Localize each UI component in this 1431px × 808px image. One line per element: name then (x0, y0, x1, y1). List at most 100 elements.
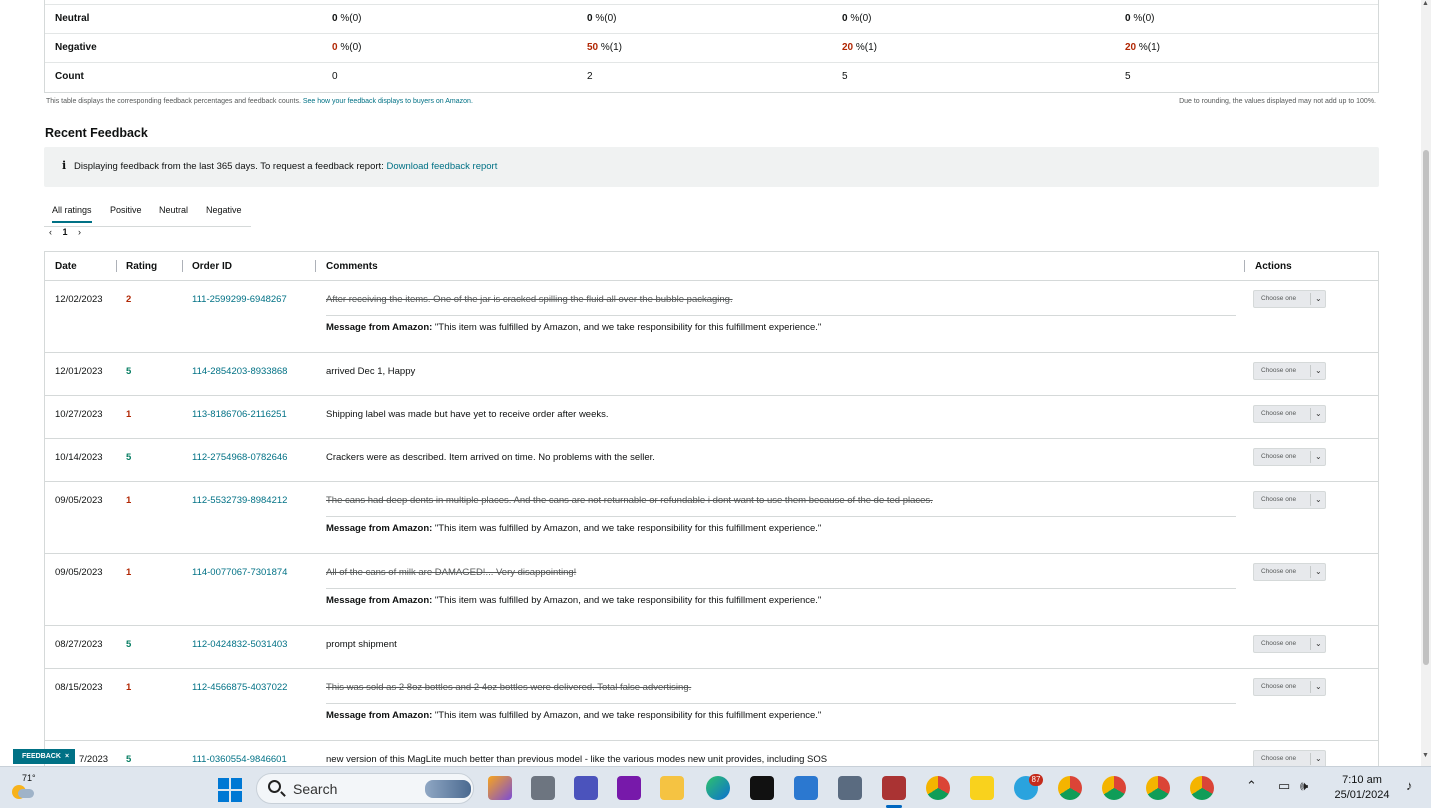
page-scrollbar[interactable]: ▲ ▼ (1421, 0, 1431, 766)
taskbar: 71° Search 87 ⌃ ▭ 🕪 7:10 am 25/01/2024 ♪ (0, 766, 1431, 808)
row-order-link[interactable]: 112-5532739-8984212 (192, 495, 287, 506)
download-report-link[interactable]: Download feedback report (386, 161, 497, 172)
temperature: 71° (22, 773, 36, 783)
task-view-icon[interactable] (531, 776, 555, 800)
search-placeholder: Search (293, 781, 338, 797)
calculator-icon[interactable] (838, 776, 862, 800)
table-row: 12/02/2023 2 111-2599299-6948267 After r… (45, 281, 1378, 353)
header-comments[interactable]: Comments (326, 261, 378, 272)
row-comment: Shipping label was made but have yet to … (326, 409, 609, 420)
action-select[interactable]: Choose one ⌄ (1253, 678, 1326, 696)
row-date: 08/27/2023 (55, 639, 103, 650)
edge-icon[interactable] (706, 776, 730, 800)
action-select[interactable]: Choose one ⌄ (1253, 635, 1326, 653)
chevron-down-icon: ⌄ (1315, 639, 1322, 648)
row-date: 09/05/2023 (55, 495, 103, 506)
taskbar-search[interactable]: Search (256, 773, 474, 804)
feedback-display-link[interactable]: See how your feedback displays to buyers… (303, 98, 473, 105)
chevron-down-icon: ⌄ (1315, 682, 1322, 691)
chevron-down-icon: ⌄ (1315, 294, 1322, 303)
scroll-down-icon[interactable]: ▼ (1422, 752, 1429, 759)
action-select[interactable]: Choose one ⌄ (1253, 405, 1326, 423)
summary-row-label: Neutral (55, 13, 90, 24)
row-order-link[interactable]: 114-0077067-7301874 (192, 567, 287, 578)
row-order-link[interactable]: 111-2599299-6948267 (192, 294, 287, 305)
chevron-down-icon: ⌄ (1315, 567, 1322, 576)
row-comment: After receiving the items. One of the ja… (326, 294, 733, 305)
row-date: 12/02/2023 (55, 294, 103, 305)
row-order-link[interactable]: 112-0424832-5031403 (192, 639, 287, 650)
onenote-icon[interactable] (617, 776, 641, 800)
table-row: 10/27/2023 1 113-8186706-2116251 Shippin… (45, 396, 1378, 439)
row-order-link[interactable]: 112-2754968-0782646 (192, 452, 287, 463)
row-comment: All of the cans of milk are DAMAGED!... … (326, 567, 577, 578)
scrollbar-thumb[interactable] (1423, 150, 1429, 665)
copilot-icon[interactable] (488, 776, 512, 800)
notification-bell-icon[interactable]: ♪ (1406, 778, 1413, 793)
header-order-id[interactable]: Order ID (192, 261, 232, 272)
sticky-notes-icon[interactable] (970, 776, 994, 800)
tab-neutral[interactable]: Neutral (159, 205, 188, 215)
tab-negative[interactable]: Negative (206, 205, 242, 215)
summary-cell: 20 %(1) (842, 42, 878, 53)
row-rating: 2 (126, 294, 132, 305)
feedback-label: FEEDBACK (22, 753, 61, 760)
row-comment: This was sold as 2 8oz bottles and 2 4oz… (326, 682, 692, 693)
chrome-profile-icon[interactable] (1146, 776, 1170, 800)
row-date: 10/14/2023 (55, 452, 103, 463)
chrome-icon[interactable] (926, 776, 950, 800)
summary-row-neutral: Neutral 0 %(0) 0 %(0) 0 %(0) 0 %(0) (45, 4, 1378, 33)
netflix-icon[interactable] (750, 776, 774, 800)
weather-widget[interactable]: 71° (10, 773, 38, 801)
tab-all-ratings[interactable]: All ratings (52, 205, 92, 223)
prev-page-button[interactable]: ‹ (49, 227, 52, 237)
volume-icon[interactable]: 🕪 (1300, 778, 1308, 794)
row-date: 08/15/2023 (55, 682, 103, 693)
next-page-button[interactable]: › (78, 227, 81, 237)
row-order-link[interactable]: 112-4566875-4037022 (192, 682, 287, 693)
row-rating: 1 (126, 682, 132, 693)
system-clock[interactable]: 7:10 am 25/01/2024 (1326, 773, 1398, 803)
chevron-down-icon: ⌄ (1315, 495, 1322, 504)
chrome-profile-icon[interactable] (1190, 776, 1214, 800)
row-order-link[interactable]: 111-0360554-9846601 (192, 754, 287, 765)
action-select[interactable]: Choose one ⌄ (1253, 290, 1326, 308)
summary-row-label: Negative (55, 42, 97, 53)
action-select[interactable]: Choose one ⌄ (1253, 362, 1326, 380)
summary-cell: 2 (587, 71, 593, 82)
snipping-tool-icon[interactable] (882, 776, 906, 800)
row-order-link[interactable]: 114-2854203-8933868 (192, 366, 287, 377)
row-order-link[interactable]: 113-8186706-2116251 (192, 409, 287, 420)
summary-row-count: Count 0 2 5 5 (45, 62, 1378, 91)
current-page[interactable]: 1 (63, 227, 68, 237)
notepad-icon[interactable] (794, 776, 818, 800)
summary-note-text: This table displays the corresponding fe… (46, 98, 301, 105)
close-icon[interactable]: × (65, 753, 69, 760)
feedback-button[interactable]: FEEDBACK × (13, 749, 75, 764)
row-rating: 5 (126, 366, 132, 377)
row-date: 7/2023 (79, 754, 109, 765)
header-rating[interactable]: Rating (126, 261, 157, 272)
table-header: Date Rating Order ID Comments Actions (45, 252, 1378, 281)
chevron-up-icon[interactable]: ⌃ (1246, 778, 1257, 794)
row-date: 09/05/2023 (55, 567, 103, 578)
tab-positive[interactable]: Positive (110, 205, 142, 215)
chevron-down-icon: ⌄ (1315, 366, 1322, 375)
action-select[interactable]: Choose one ⌄ (1253, 491, 1326, 509)
chrome-profile-icon[interactable] (1058, 776, 1082, 800)
row-rating: 1 (126, 567, 132, 578)
network-icon[interactable]: ▭ (1278, 778, 1290, 794)
info-text: Displaying feedback from the last 365 da… (74, 161, 497, 172)
windows-start-icon[interactable] (218, 778, 242, 802)
row-rating: 5 (126, 639, 132, 650)
summary-cell: 0 %(0) (1125, 13, 1155, 24)
teams-icon[interactable] (574, 776, 598, 800)
action-select[interactable]: Choose one ⌄ (1253, 448, 1326, 466)
scroll-up-icon[interactable]: ▲ (1422, 0, 1429, 7)
header-date[interactable]: Date (55, 261, 77, 272)
chrome-profile-icon[interactable] (1102, 776, 1126, 800)
summary-cell: 0 %(0) (332, 42, 362, 53)
info-icon: i (62, 159, 67, 172)
action-select[interactable]: Choose one ⌄ (1253, 563, 1326, 581)
file-explorer-icon[interactable] (660, 776, 684, 800)
